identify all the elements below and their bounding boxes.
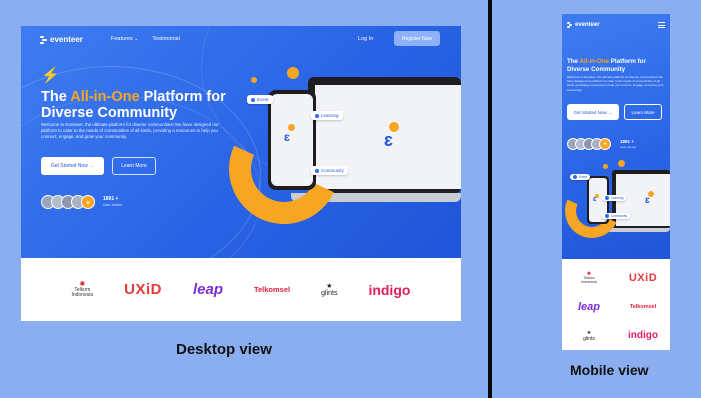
brand-name: eventeer: [50, 35, 83, 44]
logo-uxid: UXiD: [124, 281, 162, 298]
phone-screen: [271, 94, 313, 186]
decor-dot: [618, 160, 625, 167]
logo-glints: ★ glints: [583, 329, 595, 342]
logo-telkom: ✺ Telkom Indonesia: [71, 280, 94, 298]
hero-title: The All-in-One Platform for Diverse Comm…: [567, 58, 646, 73]
dot-icon: [605, 196, 609, 200]
user-count: 1891 +: [103, 196, 119, 202]
chip-event: Event: [247, 95, 273, 104]
plus-icon: +: [81, 195, 95, 209]
desktop-nav: Features Testimonial: [111, 36, 180, 42]
desktop-brand[interactable]: eventeer: [40, 35, 83, 44]
view-divider: [488, 0, 492, 398]
register-button[interactable]: Register Now: [394, 31, 440, 46]
hashtag-icon: ⚡: [41, 67, 60, 84]
desktop-hero: eventeer Features Testimonial Log In Reg…: [21, 26, 461, 258]
partner-logos: ✺ Telkom Indonesia UXiD leap Telkomsel ★ gl…: [21, 258, 461, 321]
hero-title-highlight: All-in-One: [579, 58, 610, 65]
logo-leap: leap: [192, 281, 223, 298]
eventeer-logo-icon: [567, 22, 572, 28]
mobile-preview: eventeer The All-in-One Platform for Div…: [562, 14, 670, 350]
mobile-caption: Mobile view: [570, 362, 649, 378]
desktop-preview: eventeer Features Testimonial Log In Reg…: [21, 26, 461, 321]
joined-avatars: +: [567, 138, 611, 150]
nav-testimonial[interactable]: Testimonial: [152, 36, 180, 42]
chip-learning: Learning: [602, 195, 627, 201]
logo-telkomsel: Telkomsel: [253, 285, 291, 294]
hero-description: Welcome to Eventeer, the ultimate platfo…: [567, 75, 664, 92]
chip-learning: Learning: [311, 111, 343, 120]
login-link[interactable]: Log In: [358, 36, 373, 42]
learn-more-button[interactable]: Learn More: [624, 104, 662, 120]
decor-dot: [251, 77, 257, 83]
partner-logos: ✺ Telkom Indonesia UXiD leap Telkomsel ★ gl…: [562, 264, 670, 350]
logo-leap: leap: [577, 300, 600, 313]
user-count-label: User Joined: [103, 203, 122, 207]
hero-description: Welcome to Eventeer, the ultimate platfo…: [41, 122, 219, 140]
user-count-label: User Joined: [620, 145, 637, 149]
dot-icon: [251, 97, 255, 102]
laptop-base: [606, 228, 670, 232]
user-count: 1891 +: [620, 139, 634, 144]
mobile-hero: eventeer The All-in-One Platform for Div…: [562, 14, 670, 259]
dot-icon: [605, 214, 609, 218]
logo-telkom: ✺ Telkom Indonesia: [581, 271, 597, 285]
joined-avatars: +: [41, 195, 95, 209]
hero-title-highlight: All-in-One: [70, 89, 140, 105]
chip-community: Community: [311, 166, 348, 175]
logo-uxid: UXiD: [628, 272, 658, 285]
learn-more-button[interactable]: Learn More: [112, 157, 156, 175]
get-started-button[interactable]: Get Started Now →: [567, 104, 619, 120]
dot-icon: [315, 168, 319, 173]
decor-dot: [603, 164, 608, 169]
logo-indigo: indigo: [628, 330, 658, 342]
get-started-button[interactable]: Get Started Now →: [41, 157, 104, 175]
eventeer-logo-icon: [40, 35, 47, 44]
dot-icon: [315, 113, 319, 118]
brand-name: eventeer: [575, 22, 600, 28]
logo-telkomsel: Telkomsel: [629, 303, 657, 310]
desktop-caption: Desktop view: [176, 341, 272, 358]
logo-indigo: indigo: [368, 281, 411, 298]
chip-community: Community: [602, 213, 631, 219]
chip-event: Event: [570, 174, 591, 180]
logo-glints: ★ glints: [321, 283, 338, 297]
dot-icon: [573, 175, 577, 179]
glints-star-icon: ★: [326, 283, 333, 290]
hero-title: The All-in-One Platform for Diverse Comm…: [41, 89, 226, 121]
nav-features[interactable]: Features: [111, 36, 138, 42]
mobile-brand[interactable]: eventeer: [567, 22, 600, 28]
decor-dot: [287, 67, 299, 79]
plus-icon: +: [599, 138, 611, 150]
menu-icon[interactable]: [658, 22, 665, 28]
